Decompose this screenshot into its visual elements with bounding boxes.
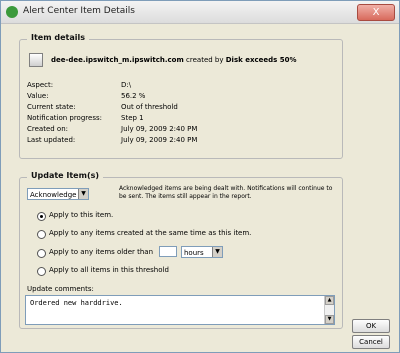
update-comments-text: Ordered new harddrive. [30,299,123,307]
notification-progress-value: Step 1 [121,114,144,122]
update-items-legend: Update Item(s) [27,171,104,180]
created-on-value: July 09, 2009 2:40 PM [121,125,198,133]
chevron-down-icon: ▼ [78,189,88,199]
item-name: dee-dee.ipswitch_m.ipswitch.com [51,56,184,64]
aspect-value: D:\ [121,81,132,89]
age-unit-value: hours [184,249,204,257]
action-note: Acknowledged items are being dealt with.… [119,185,333,200]
app-icon [6,6,18,18]
value-label: Value: [27,92,49,100]
update-comments-textarea[interactable]: Ordered new harddrive. ▲ ▼ [25,295,335,325]
close-button[interactable]: X [357,4,395,21]
title-bar: Alert Center Item Details X [1,1,399,24]
age-value-input[interactable] [159,246,177,257]
item-details-legend: Item details [27,33,89,42]
notification-progress-label: Notification progress: [27,114,102,122]
ok-button[interactable]: OK [352,319,390,333]
scroll-down-icon[interactable]: ▼ [325,315,334,324]
apply-this-item-radio[interactable] [37,212,46,221]
current-state-value: Out of threshold [121,103,178,111]
update-comments-label: Update comments: [27,285,94,293]
last-updated-label: Last updated: [27,136,76,144]
close-icon: X [372,7,380,18]
scroll-up-icon[interactable]: ▲ [325,296,334,305]
chevron-down-icon: ▼ [212,247,222,257]
apply-this-item-label[interactable]: Apply to this item. [49,211,113,219]
apply-same-time-radio[interactable] [37,230,46,239]
apply-all-threshold-label[interactable]: Apply to all items in this threshold [49,266,169,274]
value-value: 56.2 % [121,92,146,100]
item-details-dialog: Alert Center Item Details X Item details… [0,0,400,353]
apply-older-than-label[interactable]: Apply to any items older than [49,248,153,256]
comments-scrollbar[interactable]: ▲ ▼ [324,296,334,324]
apply-older-than-radio[interactable] [37,249,46,258]
created-by-text: created by [186,56,224,64]
window-title: Alert Center Item Details [23,6,135,16]
rule-name: Disk exceeds 50% [225,56,297,64]
aspect-label: Aspect: [27,81,54,89]
item-type-icon [29,53,43,67]
item-heading: dee-dee.ipswitch_m.ipswitch.com created … [51,56,297,64]
last-updated-value: July 09, 2009 2:40 PM [121,136,198,144]
apply-all-threshold-radio[interactable] [37,267,46,276]
action-select[interactable]: Acknowledge ▼ [27,188,89,200]
current-state-label: Current state: [27,103,76,111]
apply-same-time-label[interactable]: Apply to any items created at the same t… [49,229,251,237]
created-on-label: Created on: [27,125,69,133]
age-unit-select[interactable]: hours ▼ [181,246,223,258]
action-select-value: Acknowledge [30,191,77,199]
cancel-button[interactable]: Cancel [352,335,390,349]
